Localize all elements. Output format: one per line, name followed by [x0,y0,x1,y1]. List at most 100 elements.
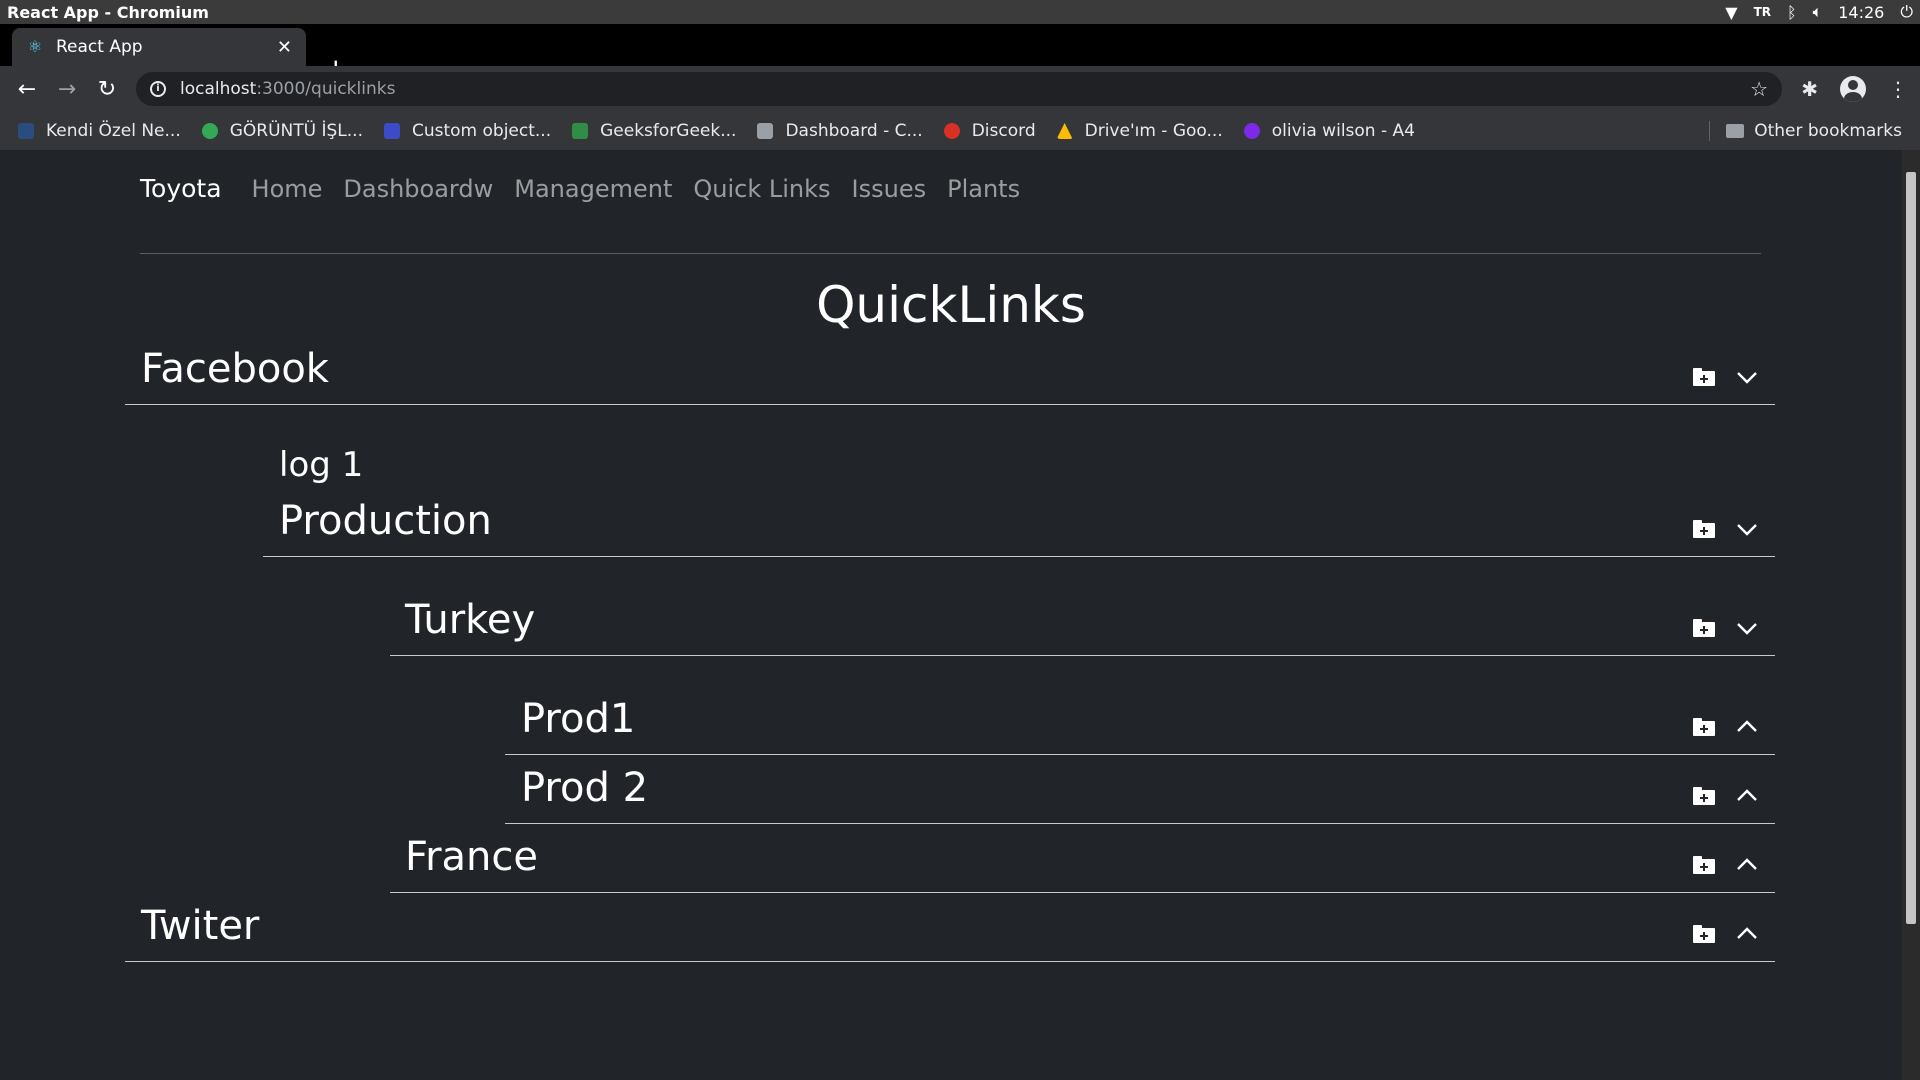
group-row-prod1[interactable]: Prod1 [505,686,1775,755]
group-row-turkey[interactable]: Turkey [390,587,1775,656]
bookmark-label: GÖRÜNTÜ İŞL... [229,121,363,141]
bookmark-item[interactable]: Dashboard - C... [757,121,923,141]
bookmark-label: Drive'ım - Goo... [1084,121,1223,141]
page-scrollbar[interactable] [1902,150,1920,1080]
bookmark-label: GeeksforGeek... [600,121,737,141]
os-top-bar: React App - Chromium ▼ TR ᛒ 🔈︎ 14:26 ⏻ [0,0,1920,24]
bookmark-label: Kendi Özel Ne... [46,121,181,141]
add-folder-icon[interactable] [1693,619,1715,637]
folder-icon [1726,124,1745,138]
system-tray: ▼ TR ᛒ 🔈︎ 14:26 ⏻ [1725,2,1913,22]
url-host: localhost [180,79,257,99]
add-folder-icon[interactable] [1693,520,1715,538]
reload-icon[interactable]: ↻ [87,77,127,102]
bookmarks-bar: Kendi Özel Ne... GÖRÜNTÜ İŞL... Custom o… [0,112,1920,150]
site-info-icon[interactable]: i [150,81,166,97]
address-bar[interactable]: i localhost:3000/quicklinks ☆ [136,72,1782,106]
bookmark-item[interactable]: olivia wilson - A4 [1243,121,1415,141]
group-label: Production [279,498,492,544]
group-row-twiter[interactable]: Twiter [125,893,1775,962]
nav-link-management[interactable]: Management [514,175,672,203]
group-row-france[interactable]: France [390,824,1775,893]
app-navbar: Toyota Home Dashboardw Management Quick … [140,174,1041,203]
nav-link-issues[interactable]: Issues [852,175,927,203]
bookmark-label: Dashboard - C... [785,121,923,141]
bookmark-item[interactable]: Kendi Özel Ne... [18,121,181,141]
bookmark-favicon-icon [18,123,34,139]
profile-avatar-icon[interactable] [1840,76,1866,102]
chevron-up-icon[interactable] [1735,784,1759,808]
navbar-brand[interactable]: Toyota [140,174,222,203]
row-actions [1693,853,1759,877]
group-label: Turkey [405,597,536,643]
clock[interactable]: 14:26 [1838,3,1884,22]
other-bookmarks[interactable]: Other bookmarks [1726,112,1902,150]
bookmark-favicon-icon [943,123,960,139]
group-label: Prod1 [521,696,636,742]
other-bookmarks-label: Other bookmarks [1754,121,1902,141]
chevron-down-icon[interactable] [1735,517,1759,541]
chevron-down-icon[interactable] [1735,365,1759,389]
chevron-down-icon[interactable] [1735,616,1759,640]
menu-icon[interactable]: ⋮ [1888,77,1908,101]
bookmark-label: Custom object... [411,121,552,141]
add-folder-icon[interactable] [1693,856,1715,874]
tab-strip: ⚛ React App ✕ + [0,24,1920,85]
add-folder-icon[interactable] [1693,368,1715,386]
bookmark-favicon-icon [1243,123,1260,139]
window-title: React App - Chromium [7,2,209,22]
group-label: Twiter [141,903,260,949]
power-icon[interactable]: ⏻ [1900,2,1913,22]
group-row-production[interactable]: Production [263,488,1775,557]
nav-link-home[interactable]: Home [252,175,323,203]
react-favicon-icon: ⚛ [27,37,43,56]
bookmark-star-icon[interactable]: ☆ [1750,77,1768,101]
bookmarks-divider [1709,121,1710,141]
nav-link-plants[interactable]: Plants [947,175,1020,203]
toolbar-right: ✱ ⋮ [1801,66,1908,112]
chevron-up-icon[interactable] [1735,922,1759,946]
url-path: :3000/quicklinks [256,79,396,99]
scroll-thumb[interactable] [1906,172,1916,924]
page-title: QuickLinks [816,276,1086,334]
back-icon[interactable]: ← [7,77,47,102]
row-actions [1693,365,1759,389]
link-item-log1[interactable]: log 1 [279,445,363,485]
close-icon[interactable]: ✕ [277,37,292,58]
bookmark-favicon-icon [1056,123,1073,139]
extensions-icon[interactable]: ✱ [1801,77,1818,101]
bookmark-item[interactable]: Drive'ım - Goo... [1056,121,1223,141]
group-label: Facebook [141,346,329,392]
bookmark-item[interactable]: Discord [943,121,1036,141]
volume-icon[interactable]: 🔈︎ [1813,2,1823,22]
row-actions [1693,517,1759,541]
bookmark-favicon-icon [572,123,589,139]
bookmark-favicon-icon [757,123,774,139]
wifi-icon[interactable]: ▼ [1725,3,1737,22]
chevron-up-icon[interactable] [1735,853,1759,877]
add-folder-icon[interactable] [1693,787,1715,805]
group-label: France [405,834,539,880]
bookmark-item[interactable]: Custom object... [383,121,552,141]
group-row-facebook[interactable]: Facebook [125,336,1775,405]
group-label: Prod 2 [521,765,649,811]
keyboard-layout[interactable]: TR [1754,5,1771,19]
chevron-up-icon[interactable] [1735,715,1759,739]
nav-link-quick-links[interactable]: Quick Links [693,175,830,203]
forward-icon[interactable]: → [47,77,87,102]
tab-title: React App [56,37,143,57]
navbar-divider [140,253,1761,254]
add-folder-icon[interactable] [1693,718,1715,736]
add-folder-icon[interactable] [1693,925,1715,943]
browser-tab[interactable]: ⚛ React App ✕ [12,28,306,66]
bookmark-item[interactable]: GÖRÜNTÜ İŞL... [201,121,363,141]
bookmark-item[interactable]: GeeksforGeek... [572,121,736,141]
row-actions [1693,922,1759,946]
row-actions [1693,616,1759,640]
bluetooth-icon[interactable]: ᛒ [1787,3,1797,22]
bookmark-label: Discord [971,121,1036,141]
group-row-prod2[interactable]: Prod 2 [505,755,1775,824]
nav-link-dashboard[interactable]: Dashboardw [343,175,493,203]
page-viewport: Toyota Home Dashboardw Management Quick … [0,150,1902,1080]
row-actions [1693,784,1759,808]
